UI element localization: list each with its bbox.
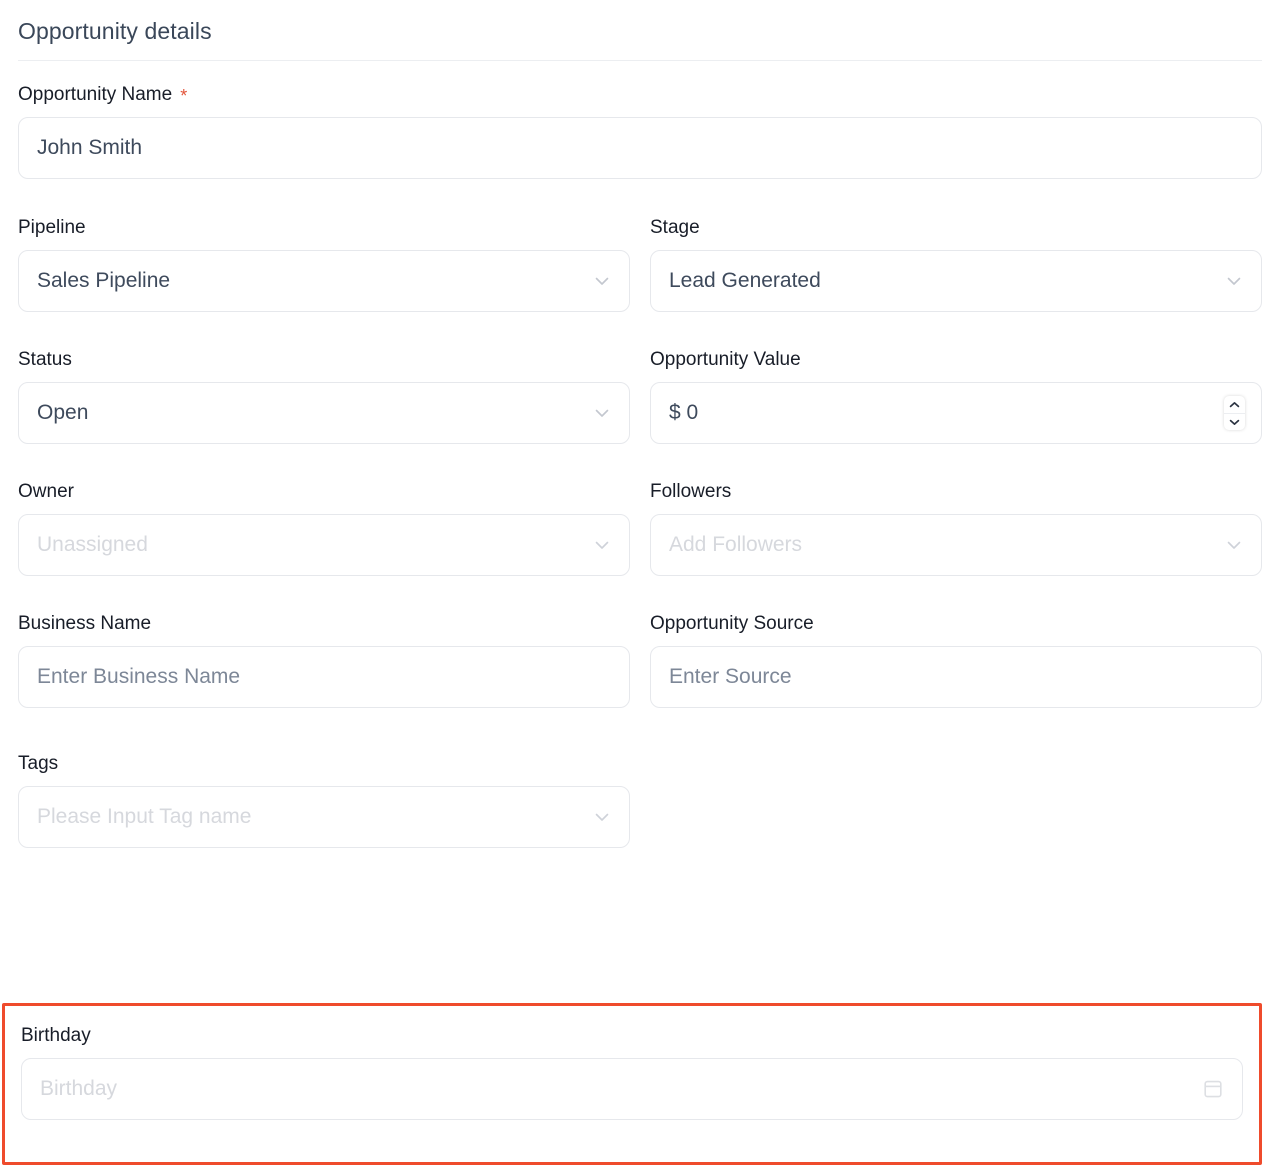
status-value: Open <box>37 401 89 424</box>
number-stepper[interactable] <box>1224 396 1245 430</box>
opportunity-name-value: John Smith <box>37 136 143 159</box>
owner-select[interactable]: Unassigned <box>18 514 630 576</box>
birthday-highlight-region: Birthday Birthday <box>2 1003 1262 1165</box>
label-stage-text: Stage <box>650 217 700 238</box>
chevron-down-icon <box>591 402 613 424</box>
chevron-down-icon <box>591 270 613 292</box>
opportunity-name-input[interactable]: John Smith <box>18 117 1262 179</box>
field-owner: Owner Unassigned <box>18 480 630 576</box>
label-opportunity-source: Opportunity Source <box>650 612 1262 636</box>
opportunity-value-text: $ 0 <box>669 401 699 424</box>
label-stage: Stage <box>650 216 1262 240</box>
chevron-down-icon <box>591 806 613 828</box>
label-status-text: Status <box>18 349 72 370</box>
field-tags: Tags Please Input Tag name <box>18 752 630 848</box>
business-name-input[interactable]: Enter Business Name <box>18 646 630 708</box>
birthday-date-input[interactable]: Birthday <box>21 1058 1243 1120</box>
field-followers: Followers Add Followers <box>650 480 1262 576</box>
row-tags: Tags Please Input Tag name <box>18 752 1262 848</box>
chevron-down-icon <box>1223 534 1245 556</box>
opportunity-details-panel: Opportunity details Opportunity Name * J… <box>0 0 1280 1176</box>
pipeline-select[interactable]: Sales Pipeline <box>18 250 630 312</box>
field-stage: Stage Lead Generated <box>650 216 1262 312</box>
field-opportunity-value: Opportunity Value $ 0 <box>650 348 1262 444</box>
required-asterisk-icon: * <box>180 86 188 106</box>
stage-select[interactable]: Lead Generated <box>650 250 1262 312</box>
label-followers-text: Followers <box>650 481 732 502</box>
label-followers: Followers <box>650 480 1262 504</box>
field-business-name: Business Name Enter Business Name <box>18 612 630 708</box>
label-owner: Owner <box>18 480 630 504</box>
row-pipeline-stage: Pipeline Sales Pipeline Stage Lead Gener… <box>18 216 1262 312</box>
stepper-decrement-button[interactable] <box>1224 413 1245 430</box>
status-select[interactable]: Open <box>18 382 630 444</box>
section-header: Opportunity details <box>0 0 1280 60</box>
opportunity-source-placeholder: Enter Source <box>669 665 792 688</box>
label-birthday-text: Birthday <box>21 1025 91 1046</box>
label-tags: Tags <box>18 752 630 776</box>
pipeline-value: Sales Pipeline <box>37 269 171 292</box>
followers-placeholder: Add Followers <box>669 533 803 556</box>
row-opportunity-name: Opportunity Name * John Smith <box>18 83 1262 179</box>
opportunity-source-input[interactable]: Enter Source <box>650 646 1262 708</box>
opportunity-value-input[interactable]: $ 0 <box>650 382 1262 444</box>
label-owner-text: Owner <box>18 481 74 502</box>
row-status-value: Status Open Opportunity Value $ 0 <box>18 348 1262 444</box>
label-opportunity-name: Opportunity Name * <box>18 83 1262 107</box>
field-opportunity-name: Opportunity Name * John Smith <box>18 83 1262 179</box>
label-birthday: Birthday <box>21 1024 1243 1048</box>
label-opportunity-value: Opportunity Value <box>650 348 1262 372</box>
birthday-placeholder: Birthday <box>40 1077 118 1100</box>
tags-select[interactable]: Please Input Tag name <box>18 786 630 848</box>
label-business-name-text: Business Name <box>18 613 152 634</box>
field-tags-spacer <box>650 752 1262 848</box>
label-tags-text: Tags <box>18 753 59 774</box>
label-pipeline: Pipeline <box>18 216 630 240</box>
label-business-name: Business Name <box>18 612 630 636</box>
owner-placeholder: Unassigned <box>37 533 148 556</box>
tags-placeholder: Please Input Tag name <box>37 805 252 828</box>
calendar-icon[interactable] <box>1202 1078 1224 1100</box>
chevron-down-icon <box>1223 270 1245 292</box>
stepper-increment-button[interactable] <box>1224 396 1245 413</box>
label-opportunity-source-text: Opportunity Source <box>650 613 814 634</box>
stage-value: Lead Generated <box>669 269 821 292</box>
field-pipeline: Pipeline Sales Pipeline <box>18 216 630 312</box>
page-title: Opportunity details <box>18 18 212 44</box>
label-opportunity-name-text: Opportunity Name <box>18 84 173 105</box>
row-owner-followers: Owner Unassigned Followers Add Followers <box>18 480 1262 576</box>
row-business-source: Business Name Enter Business Name Opport… <box>18 612 1262 708</box>
chevron-down-icon <box>591 534 613 556</box>
form-body: Opportunity Name * John Smith Pipeline S… <box>0 61 1280 848</box>
field-status: Status Open <box>18 348 630 444</box>
label-status: Status <box>18 348 630 372</box>
label-opportunity-value-text: Opportunity Value <box>650 349 801 370</box>
field-opportunity-source: Opportunity Source Enter Source <box>650 612 1262 708</box>
business-name-placeholder: Enter Business Name <box>37 665 241 688</box>
label-pipeline-text: Pipeline <box>18 217 86 238</box>
followers-select[interactable]: Add Followers <box>650 514 1262 576</box>
